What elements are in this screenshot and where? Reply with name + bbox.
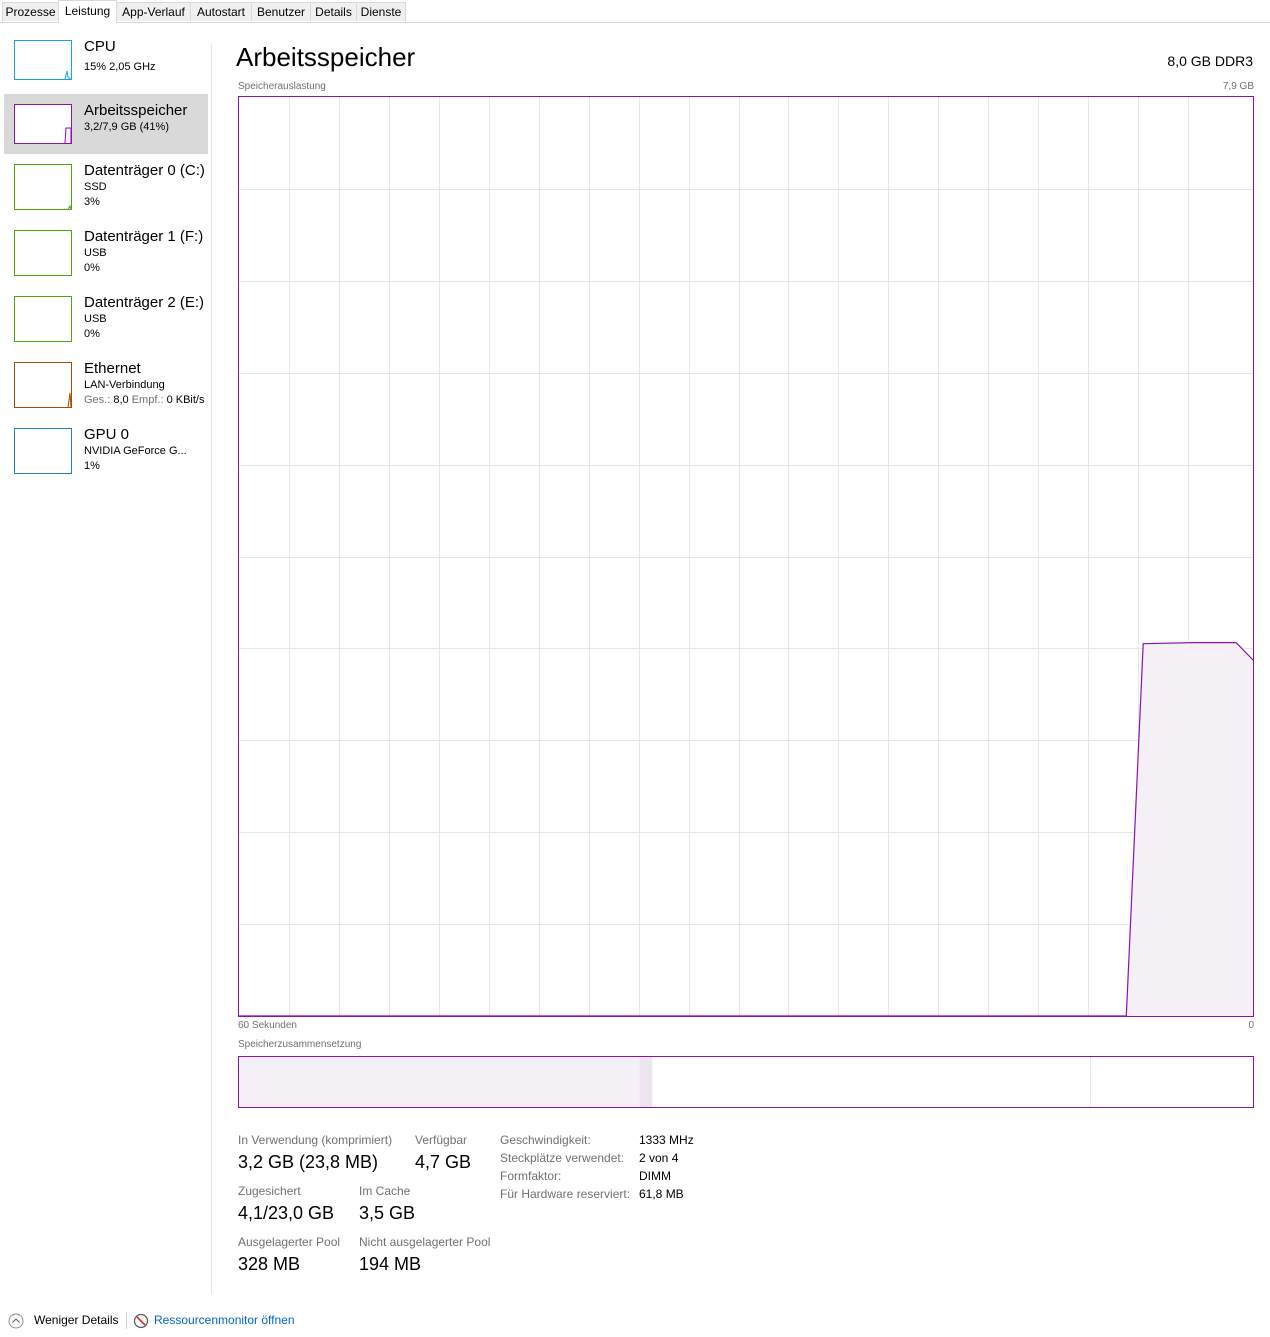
sidebar-item-title: Datenträger 0 (C:) xyxy=(84,162,205,179)
sidebar-item-gpu[interactable]: GPU 0 NVIDIA GeForce G... 1% xyxy=(4,422,208,482)
sidebar-item-memory[interactable]: Arbeitsspeicher 3,2/7,9 GB (41%) xyxy=(4,94,208,154)
sidebar-item-disk-2[interactable]: Datenträger 2 (E:) USB 0% xyxy=(4,290,208,350)
composition-segment-in_use xyxy=(239,1057,640,1107)
sidebar-item-detail: NVIDIA GeForce G... xyxy=(84,445,187,457)
sidebar-item-detail: SSD xyxy=(84,181,107,193)
footer: Weniger Details Ressourcenmonitor öffnen xyxy=(0,1308,1270,1337)
cached-label: Im Cache xyxy=(359,1184,411,1198)
sidebar-item-title: GPU 0 xyxy=(84,426,130,443)
sidebar-item-value: 0% xyxy=(84,262,100,274)
sidebar-item-detail: USB xyxy=(84,247,107,259)
committed-label: Zugesichert xyxy=(238,1184,301,1198)
memory-composition-chart xyxy=(239,1057,1253,1107)
memory-usage-graph xyxy=(238,96,1254,1017)
sidebar-item-detail: 15% 2,05 GHz xyxy=(84,61,156,73)
composition-segment-modified xyxy=(639,1057,653,1107)
chevron-up-icon xyxy=(8,1313,24,1329)
paged-pool-label: Ausgelagerter Pool xyxy=(238,1235,341,1249)
tab-prozesse[interactable]: Prozesse xyxy=(2,2,59,21)
sidebar-item-detail: USB xyxy=(84,313,107,325)
sidebar-item-disk-1[interactable]: Datenträger 1 (F:) USB 0% xyxy=(4,224,208,284)
ethernet-send-value: 8,0 xyxy=(113,394,129,406)
form-factor-value: DIMM xyxy=(639,1169,671,1183)
slots-label: Steckplätze verwendet: xyxy=(500,1151,625,1165)
ethernet-receive-value: 0 KBit/s xyxy=(166,394,205,406)
sidebar-item-disk-0[interactable]: Datenträger 0 (C:) SSD 3% xyxy=(4,158,208,218)
ethernet-throughput: Ges.: 8,0 Empf.: 0 KBit/s xyxy=(84,394,204,406)
disk-0-thumbnail-graph xyxy=(14,164,72,210)
memory-composition-bar xyxy=(238,1056,1254,1108)
nonpaged-pool-label: Nicht ausgelagerter Pool xyxy=(359,1235,491,1249)
gpu-thumbnail-graph xyxy=(14,428,72,474)
speed-value: 1333 MHz xyxy=(639,1133,694,1147)
in-use-label: In Verwendung (komprimiert) xyxy=(238,1133,393,1147)
tab-leistung[interactable]: Leistung xyxy=(58,0,117,23)
graph-label: Speicherauslastung xyxy=(238,81,326,92)
sidebar-item-value: 3% xyxy=(84,196,100,208)
hardware-reserved-label: Für Hardware reserviert: xyxy=(500,1187,631,1201)
memory-usage-chart xyxy=(239,97,1254,1017)
tab-bar: Prozesse Leistung App-Verlauf Autostart … xyxy=(0,0,1270,23)
available-value: 4,7 GB xyxy=(415,1152,472,1172)
ethernet-send-label: Ges.: xyxy=(84,394,111,406)
graph-time-right: 0 xyxy=(1248,1020,1254,1031)
tab-app-verlauf[interactable]: App-Verlauf xyxy=(116,2,191,21)
footer-separator xyxy=(126,1313,127,1329)
composition-segment-standby xyxy=(652,1057,1091,1107)
speed-label: Geschwindigkeit: xyxy=(500,1133,591,1147)
sidebar-item-ethernet[interactable]: Ethernet LAN-Verbindung Ges.: 8,0 Empf.:… xyxy=(4,356,211,416)
memory-usage-area xyxy=(239,642,1253,1016)
fewer-details-button[interactable]: Weniger Details xyxy=(8,1312,128,1332)
committed-value: 4,1/23,0 GB xyxy=(238,1203,335,1223)
hardware-reserved-value: 61,8 MB xyxy=(639,1187,684,1201)
cpu-thumbnail-graph xyxy=(14,40,72,80)
sidebar-item-title: Arbeitsspeicher xyxy=(84,102,188,119)
resource-monitor-icon xyxy=(133,1313,149,1329)
graph-time-left: 60 Sekunden xyxy=(238,1020,297,1031)
graph-max-label: 7,9 GB xyxy=(1222,81,1254,92)
disk-2-thumbnail-graph xyxy=(14,296,72,342)
sidebar-item-title: Ethernet xyxy=(84,360,141,377)
in-use-value: 3,2 GB (23,8 MB) xyxy=(238,1152,379,1172)
cached-value: 3,5 GB xyxy=(359,1203,416,1223)
sidebar-item-value: 1% xyxy=(84,460,100,472)
resource-monitor-link[interactable]: Ressourcenmonitor öffnen xyxy=(133,1312,303,1332)
slots-value: 2 von 4 xyxy=(639,1151,679,1165)
ethernet-thumbnail-graph xyxy=(14,362,72,408)
sidebar-item-detail: 3,2/7,9 GB (41%) xyxy=(84,121,169,133)
memory-thumbnail-graph xyxy=(14,104,72,144)
sidebar-item-value: 0% xyxy=(84,328,100,340)
sidebar-divider xyxy=(211,44,212,1294)
resource-monitor-label: Ressourcenmonitor öffnen xyxy=(154,1313,295,1327)
sidebar-item-title: CPU xyxy=(84,38,116,55)
disk-1-thumbnail-graph xyxy=(14,230,72,276)
tab-benutzer[interactable]: Benutzer xyxy=(251,2,311,21)
sidebar-item-title: Datenträger 1 (F:) xyxy=(84,228,204,245)
tab-dienste[interactable]: Dienste xyxy=(356,2,406,21)
sidebar-item-title: Datenträger 2 (E:) xyxy=(84,294,205,311)
composition-label: Speicherzusammensetzung xyxy=(238,1039,362,1050)
tab-autostart[interactable]: Autostart xyxy=(190,2,252,21)
sidebar-item-cpu[interactable]: CPU 15% 2,05 GHz xyxy=(4,36,208,96)
memory-usage-line xyxy=(239,641,1254,1017)
nonpaged-pool-value: 194 MB xyxy=(359,1254,422,1274)
paged-pool-value: 328 MB xyxy=(238,1254,301,1274)
fewer-details-label: Weniger Details xyxy=(34,1313,119,1327)
form-factor-label: Formfaktor: xyxy=(500,1169,562,1183)
available-label: Verfügbar xyxy=(415,1133,468,1147)
page-title: Arbeitsspeicher xyxy=(236,42,416,72)
tab-details[interactable]: Details xyxy=(310,2,357,21)
ethernet-receive-label: Empf.: xyxy=(131,394,164,406)
sidebar-item-detail: LAN-Verbindung xyxy=(84,379,165,391)
composition-segment-free xyxy=(1090,1057,1253,1107)
memory-type: 8,0 GB DDR3 xyxy=(1167,53,1253,69)
